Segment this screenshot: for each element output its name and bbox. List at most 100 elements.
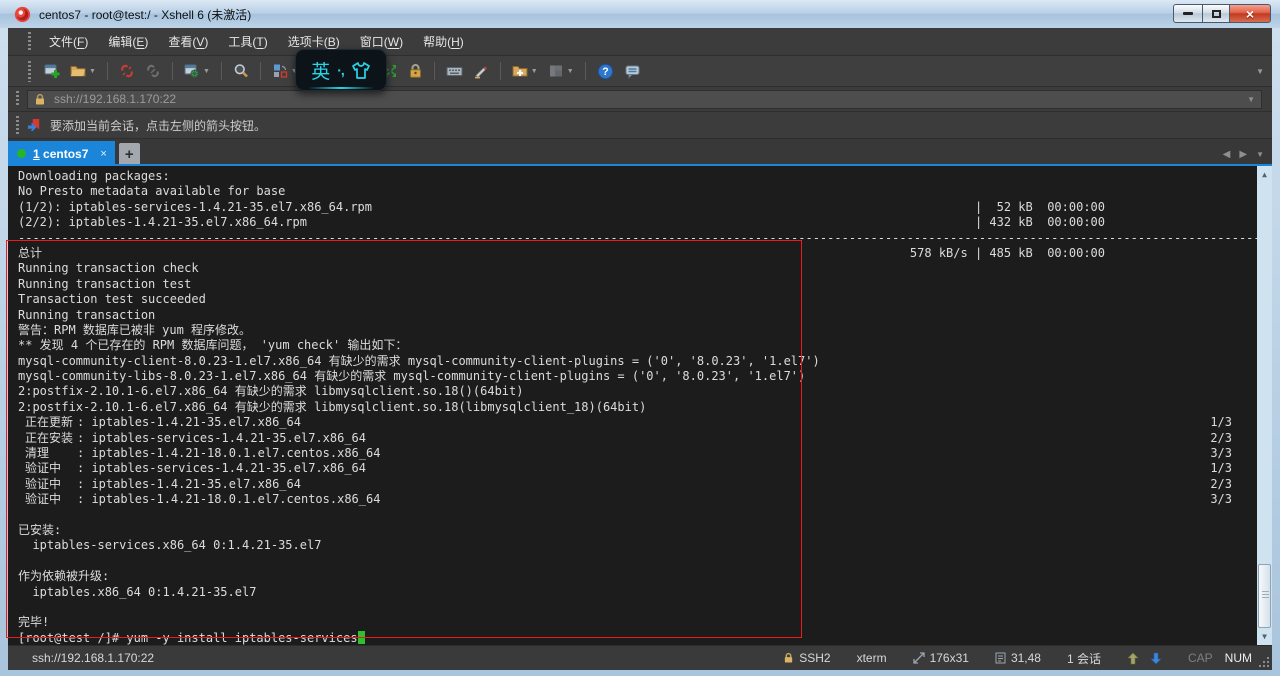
infobar-gripper[interactable] bbox=[16, 116, 19, 134]
marker-pen-icon bbox=[473, 63, 489, 79]
shirt-skin-icon[interactable] bbox=[351, 61, 371, 80]
terminal-line bbox=[18, 508, 1257, 523]
download-arrow-icon bbox=[1150, 652, 1162, 665]
address-dropdown-arrow[interactable]: ▼ bbox=[1247, 95, 1255, 104]
terminal-line-right: 3/3 bbox=[1210, 492, 1232, 507]
resize-grip[interactable] bbox=[1258, 656, 1270, 668]
terminal-line-right: 2/3 bbox=[1210, 431, 1232, 446]
toolbar-separator bbox=[221, 62, 222, 80]
terminal-screen[interactable]: ▲ ▼ Downloading packages:No Presto metad… bbox=[8, 166, 1272, 645]
terminal-line-right: 578 kB/s | 485 kB 00:00:00 bbox=[910, 246, 1105, 261]
padlock-icon bbox=[408, 63, 423, 79]
open-sessions-button[interactable]: ▼ bbox=[66, 60, 100, 82]
magnifier-icon bbox=[233, 63, 249, 79]
toolbar-separator bbox=[172, 62, 173, 80]
terminal-line: (2/2): iptables-1.4.21-35.el7.x86_64.rpm… bbox=[18, 215, 1257, 230]
title-bar: centos7 - root@test:/ - Xshell 6 (未激活) × bbox=[0, 0, 1280, 28]
session-properties-button[interactable]: ▼ bbox=[180, 60, 214, 82]
terminal-line: 验证中: iptables-services-1.4.21-35.el7.x86… bbox=[18, 461, 1257, 476]
chat-bubble-icon bbox=[624, 63, 641, 79]
dropdown-arrow-icon: ▼ bbox=[203, 68, 210, 75]
addressbar-gripper[interactable] bbox=[16, 91, 19, 108]
tab-scroll-left-icon[interactable]: ◀ bbox=[1223, 149, 1231, 160]
terminal-line: Transaction test succeeded bbox=[18, 292, 1257, 307]
dropdown-arrow-icon: ▼ bbox=[531, 68, 538, 75]
help-icon: ? bbox=[597, 63, 614, 80]
toolbar-overflow-arrow[interactable]: ▼ bbox=[1256, 67, 1264, 76]
find-button[interactable] bbox=[229, 60, 253, 82]
maximize-button[interactable] bbox=[1202, 4, 1230, 23]
help-button[interactable]: ? bbox=[593, 60, 618, 83]
ime-punctuation-mode[interactable]: ·, bbox=[337, 62, 344, 78]
terminal-line: 正在更新: iptables-1.4.21-35.el7.x86_641/3 bbox=[18, 415, 1257, 430]
terminal-line: 清理: iptables-1.4.21-18.0.1.el7.centos.x8… bbox=[18, 446, 1257, 461]
new-file-button[interactable]: ▼ bbox=[508, 60, 542, 82]
lock-icon bbox=[783, 652, 794, 664]
minimize-button[interactable] bbox=[1173, 4, 1203, 23]
terminal-line-right: | 52 kB 00:00:00 bbox=[975, 200, 1105, 215]
terminal-line: 警告：RPM 数据库已被非 yum 程序修改。 bbox=[18, 323, 1257, 338]
highlighter-button[interactable] bbox=[469, 60, 493, 82]
svg-text:?: ? bbox=[602, 66, 608, 78]
terminal-line-right: | 432 kB 00:00:00 bbox=[975, 215, 1105, 230]
status-bar: ssh://192.168.1.170:22 SSH2 xterm 176x31 bbox=[8, 645, 1272, 670]
scroll-down-arrow-icon[interactable]: ▼ bbox=[1257, 629, 1272, 644]
terminal-scrollbar[interactable]: ▲ ▼ bbox=[1257, 166, 1272, 645]
menu-item-H[interactable]: 帮助(H) bbox=[413, 28, 474, 55]
ime-language-mode[interactable]: 英 bbox=[311, 57, 330, 84]
protocol-indicator: SSH2 bbox=[783, 651, 830, 665]
scroll-up-arrow-icon[interactable]: ▲ bbox=[1257, 167, 1272, 182]
terminal-line bbox=[18, 600, 1257, 615]
terminal-line-right: 2/3 bbox=[1210, 477, 1232, 492]
tab-close-icon[interactable]: × bbox=[100, 148, 106, 160]
terminal-line: [root@test /]# yum -y install iptables-s… bbox=[18, 631, 1257, 645]
terminal-line: 作为依赖被升级: bbox=[18, 569, 1257, 584]
tab-scroll-right-icon[interactable]: ▶ bbox=[1239, 149, 1247, 160]
address-field[interactable]: ssh://192.168.1.170:22 ▼ bbox=[27, 90, 1262, 109]
xshell-window: centos7 - root@test:/ - Xshell 6 (未激活) ×… bbox=[0, 0, 1280, 676]
menu-item-E[interactable]: 编辑(E) bbox=[98, 28, 158, 55]
terminal-line: iptables-services.x86_64 0:1.4.21-35.el7 bbox=[18, 538, 1257, 553]
terminal-line: 验证中: iptables-1.4.21-35.el7.x86_642/3 bbox=[18, 477, 1257, 492]
keyboard-icon bbox=[446, 63, 463, 79]
menubar-gripper[interactable] bbox=[28, 32, 31, 51]
terminal-line: 验证中: iptables-1.4.21-18.0.1.el7.centos.x… bbox=[18, 492, 1257, 507]
tab-centos7[interactable]: 1 centos7 × bbox=[8, 141, 115, 166]
address-bar: ssh://192.168.1.170:22 ▼ bbox=[8, 87, 1272, 112]
ime-status-popup[interactable]: 英 ·, bbox=[295, 49, 387, 91]
caps-lock-indicator: CAP bbox=[1188, 651, 1213, 665]
add-session-flag-icon bbox=[27, 118, 42, 133]
toolbar-gripper[interactable] bbox=[28, 61, 31, 82]
layout-button[interactable]: ▼ bbox=[544, 60, 578, 82]
menu-item-T[interactable]: 工具(T) bbox=[218, 28, 277, 55]
broken-chain-icon bbox=[119, 63, 135, 79]
close-icon: × bbox=[1246, 7, 1254, 21]
messenger-button[interactable] bbox=[620, 60, 645, 82]
disconnect-button[interactable] bbox=[115, 60, 139, 82]
num-lock-indicator: NUM bbox=[1225, 651, 1252, 665]
scrollbar-thumb[interactable] bbox=[1258, 564, 1271, 628]
terminal-line: 已安装: bbox=[18, 523, 1257, 538]
virtual-keyboard-button[interactable] bbox=[442, 60, 467, 82]
session-connected-dot bbox=[17, 149, 26, 158]
close-button[interactable]: × bbox=[1229, 4, 1271, 23]
lock-screen-button[interactable] bbox=[404, 60, 427, 82]
window-title: centos7 - root@test:/ - Xshell 6 (未激活) bbox=[39, 6, 251, 23]
terminal-line: mysql-community-libs-8.0.23-1.el7.x86_64… bbox=[18, 369, 1257, 384]
minimize-icon bbox=[1183, 12, 1193, 15]
tab-list-dropdown-icon[interactable]: ▼ bbox=[1256, 150, 1264, 159]
transfer-arrows[interactable] bbox=[1127, 652, 1162, 665]
terminal-line: 2:postfix-2.10.1-6.el7.x86_64 有缺少的需求 lib… bbox=[18, 384, 1257, 399]
layout-grid-icon bbox=[548, 63, 564, 79]
terminal-line: Running transaction check bbox=[18, 261, 1257, 276]
menu-item-F[interactable]: 文件(F) bbox=[39, 28, 98, 55]
new-tab-button[interactable]: + bbox=[119, 143, 140, 166]
upload-arrow-icon bbox=[1127, 652, 1139, 665]
terminal-line: ----------------------------------------… bbox=[18, 231, 1257, 246]
menu-item-V[interactable]: 查看(V) bbox=[158, 28, 218, 55]
folder-plus-icon bbox=[512, 63, 528, 79]
new-session-button[interactable] bbox=[40, 60, 64, 82]
terminal-type: xterm bbox=[857, 651, 887, 665]
reconnect-button[interactable] bbox=[141, 60, 165, 82]
toolbar-separator bbox=[585, 62, 586, 80]
